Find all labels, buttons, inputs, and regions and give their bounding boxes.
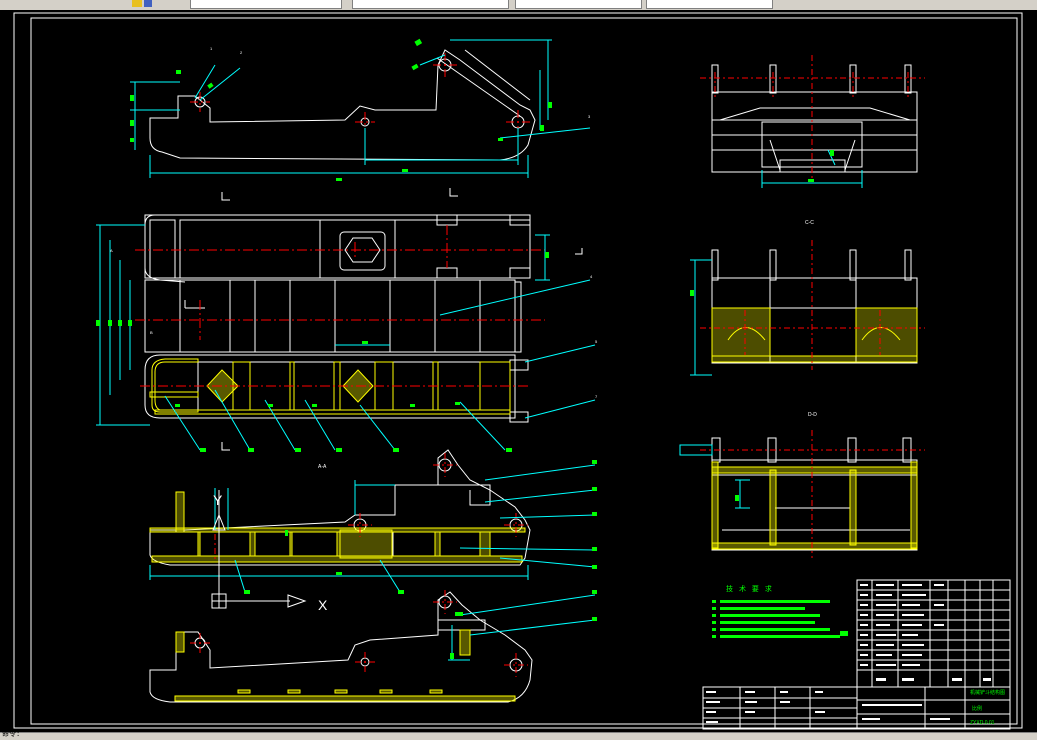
svg-text:1: 1 (210, 46, 213, 51)
parts-list (856, 579, 1011, 688)
side-view-bottom-centerlines (190, 590, 528, 677)
title-block-name: 机械铲斗结构图 (970, 689, 1005, 696)
section-view-d (711, 437, 918, 551)
title-block-scale: 比例 (972, 705, 982, 712)
end-view-top-centerlines (700, 55, 925, 180)
side-view-bottom (149, 591, 533, 703)
side-view-top (149, 49, 536, 161)
title-block-drawing-no: ZYXD.0.01 (970, 720, 995, 726)
layer-state-icon[interactable] (144, 0, 152, 7)
side-view-top-dims (130, 39, 591, 178)
tech-requirements-title: 技 术 要 求 (726, 584, 774, 593)
section-view-c-hatch (711, 307, 918, 363)
plan-view-section (144, 354, 529, 423)
color-dropdown[interactable] (352, 0, 509, 9)
layer-dropdown[interactable] (190, 0, 342, 9)
section-view-a-dim-text (244, 460, 597, 594)
svg-text:2: 2 (240, 50, 243, 55)
end-view-top (711, 64, 918, 173)
section-view-c-dims (690, 259, 712, 376)
layer-icon[interactable] (132, 0, 142, 7)
svg-text:A: A (110, 248, 113, 253)
title-block (702, 686, 1011, 730)
plan-view-section-marks (221, 188, 583, 451)
lineweight-dropdown[interactable] (646, 0, 773, 9)
section-view-c-dim-text (690, 290, 694, 296)
section-view-d-dim-text (735, 495, 739, 501)
view-label-c: C-C (805, 220, 814, 226)
svg-text:5: 5 (595, 339, 598, 344)
tech-requirements-lines (712, 600, 848, 638)
axis-x-label: X (318, 597, 328, 613)
axis-y-label: Y (213, 492, 223, 508)
ucs-axis: Y X (211, 490, 328, 613)
view-label-a: A-A (318, 464, 327, 470)
linetype-dropdown[interactable] (515, 0, 642, 9)
parts-list-text (860, 584, 991, 681)
side-view-bottom-hatch (174, 629, 516, 702)
svg-text:4: 4 (590, 274, 593, 279)
toolbar (0, 0, 1037, 10)
section-view-d-centerlines (700, 430, 925, 558)
cad-drawing[interactable]: 1 2 3 4 5 7 B A A-A Y X C-C D-D 技 术 要 求 … (0, 10, 1037, 732)
svg-text:7: 7 (595, 394, 598, 399)
view-label-d: D-D (808, 412, 817, 418)
side-view-top-labels: 1 2 3 (210, 46, 591, 119)
svg-text:B: B (150, 330, 153, 335)
drawing-canvas[interactable]: 1 2 3 4 5 7 B A A-A Y X C-C D-D 技 术 要 求 … (0, 10, 1037, 732)
plan-view (144, 214, 531, 353)
vertical-scrollbar[interactable] (1028, 10, 1037, 732)
section-view-a-hatch (149, 491, 526, 563)
plan-view-dims (96, 224, 596, 451)
svg-text:3: 3 (588, 114, 591, 119)
